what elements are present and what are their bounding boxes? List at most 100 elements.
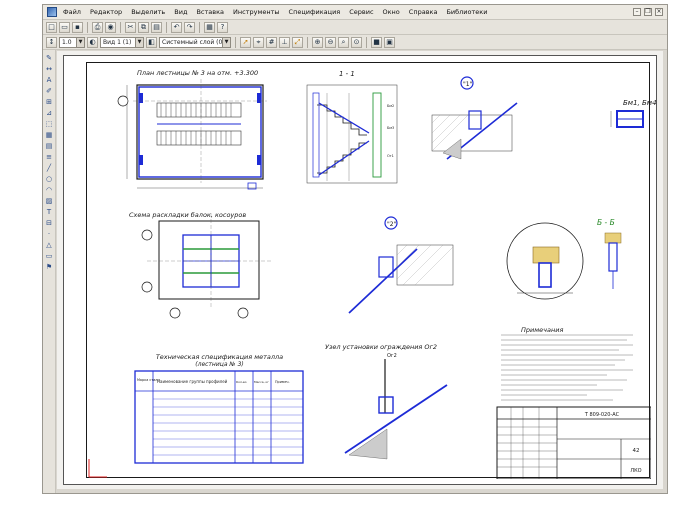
origin-axis-marker [88, 459, 107, 478]
undo-icon[interactable]: ↶ [171, 21, 182, 33]
menu-tools[interactable]: Инструменты [233, 8, 280, 16]
node-1-detail: "1" [431, 76, 518, 160]
menu-service[interactable]: Сервис [349, 8, 373, 16]
menu-editor[interactable]: Редактор [90, 8, 122, 16]
menu-specification[interactable]: Спецификация [289, 8, 341, 16]
stair-section-1-1: Бм2 Бм3 Ог1 [306, 84, 398, 184]
snap-icon[interactable]: ⌖ [253, 36, 264, 48]
window-controls: – ❐ × [633, 8, 663, 16]
og2-label: Ог2 [387, 353, 397, 359]
toolbar-separator [166, 21, 167, 33]
arc-icon[interactable]: ◠ [44, 185, 54, 195]
svg-text:Бм3: Бм3 [387, 126, 394, 130]
toolbar-separator [87, 21, 88, 33]
drawing-sheet[interactable]: План лестницы № 3 на отм. +3.300 1 - 1 С… [63, 55, 657, 485]
menu-view[interactable]: Вид [174, 8, 187, 16]
print-icon[interactable]: ⎙ [92, 21, 103, 33]
layer-value: Системный слой (0) [162, 38, 225, 46]
app-logo-icon [47, 7, 57, 17]
paste-icon[interactable]: ▤ [151, 21, 162, 33]
zoom-out-icon[interactable]: ⊖ [325, 36, 336, 48]
toolbar-separator [199, 21, 200, 33]
pointer-icon[interactable]: ➚ [240, 36, 251, 48]
layer-select[interactable]: Системный слой (0) ▼ [159, 36, 231, 48]
node-2-detail: "2" [348, 216, 454, 314]
help-icon[interactable]: ? [217, 21, 228, 33]
drawing-frame: План лестницы № 3 на отм. +3.300 1 - 1 С… [86, 62, 657, 479]
chevron-down-icon: ▼ [76, 37, 84, 47]
stamp-code: Т 809-020-АС [584, 412, 620, 418]
menu-select[interactable]: Выделить [131, 8, 165, 16]
parametrize-icon[interactable]: ⊞ [44, 97, 54, 107]
chevron-down-icon: ▼ [135, 37, 143, 47]
report-icon[interactable]: ≡ [44, 152, 54, 162]
beam-section-detail [610, 110, 644, 128]
table-icon[interactable]: ⊟ [44, 218, 54, 228]
cut-icon[interactable]: ✂ [125, 21, 136, 33]
section-bb-detail [506, 222, 622, 300]
zoom-all-icon[interactable]: ⊙ [351, 36, 362, 48]
ortho-icon[interactable]: ⊥ [279, 36, 290, 48]
menu-bar: Файл Редактор Выделить Вид Вставка Инстр… [43, 5, 667, 20]
menu-help[interactable]: Справка [409, 8, 438, 16]
scale-select[interactable]: 1.0 ▼ [59, 36, 85, 48]
frame-icon[interactable]: ▭ [44, 251, 54, 261]
stamp-sheet-number: 42 [633, 448, 640, 454]
drawing-canvas[interactable]: План лестницы № 3 на отм. +3.300 1 - 1 С… [57, 51, 663, 489]
edit-icon[interactable]: ✐ [44, 86, 54, 96]
marker-icon[interactable]: ⚑ [44, 262, 54, 272]
menu-window[interactable]: Окно [383, 8, 400, 16]
open-icon[interactable]: ▭ [59, 21, 70, 33]
stair-plan [117, 79, 267, 190]
restore-icon[interactable]: ❐ [644, 8, 652, 16]
zoom-in-icon[interactable]: ⊕ [312, 36, 323, 48]
svg-text:Бм2: Бм2 [387, 104, 394, 108]
ortho-mode-icon[interactable]: ⤢ [292, 36, 303, 48]
menu-file[interactable]: Файл [63, 8, 81, 16]
refresh-icon[interactable]: ■ [371, 36, 382, 48]
circle-icon[interactable]: ○ [44, 174, 54, 184]
svg-text:Ог1: Ог1 [387, 154, 394, 158]
redo-icon[interactable]: ↷ [184, 21, 195, 33]
library-icon[interactable]: ▦ [44, 130, 54, 140]
new-file-icon[interactable]: □ [46, 21, 57, 33]
toolbar-separator [366, 36, 367, 48]
view-icon: ◐ [87, 36, 98, 48]
hatch-icon[interactable]: ▨ [44, 196, 54, 206]
railing-node-detail: Ог2 [344, 353, 448, 460]
zoom-window-icon[interactable]: ⌕ [338, 36, 349, 48]
spec-col-mass: Масса, кг [254, 380, 269, 384]
minimize-icon[interactable]: – [633, 8, 641, 16]
beam-layout-scheme [141, 213, 271, 319]
drawing-graphics: Бм2 Бм3 Ог1 "1" "2" Марка стали Наименован… [88, 76, 651, 479]
line-icon[interactable]: ╱ [44, 163, 54, 173]
spec-col-note: Примеч. [275, 380, 290, 384]
notation-icon[interactable]: A [44, 75, 54, 85]
fullscreen-icon[interactable]: ▣ [384, 36, 395, 48]
view-select[interactable]: Вид 1 (1) ▼ [100, 36, 144, 48]
view-value: Вид 1 (1) [103, 38, 132, 46]
save-icon[interactable]: ▪ [72, 21, 83, 33]
text-icon[interactable]: T [44, 207, 54, 217]
triangle-icon[interactable]: △ [44, 240, 54, 250]
scale-icon: ↕ [46, 36, 57, 48]
spec-col-qty: Кол-во [236, 380, 247, 384]
metal-spec-table: Марка стали Наименование группы профилей… [134, 370, 304, 464]
menu-insert[interactable]: Вставка [196, 8, 224, 16]
preview-icon[interactable]: ◉ [105, 21, 116, 33]
close-icon[interactable]: × [655, 8, 663, 16]
title-block-stamp: Т 809-020-АС 42 ЛКО [496, 406, 651, 479]
select-icon[interactable]: ⬚ [44, 119, 54, 129]
spec-icon[interactable]: ▤ [44, 141, 54, 151]
measure-icon[interactable]: ⊿ [44, 108, 54, 118]
point-icon[interactable]: · [44, 229, 54, 239]
copy-icon[interactable]: ⧉ [138, 21, 149, 33]
notes-block [501, 334, 633, 401]
properties-icon[interactable]: ▦ [204, 21, 215, 33]
grid-icon[interactable]: # [266, 36, 277, 48]
geometry-icon[interactable]: ✎ [44, 53, 54, 63]
menu-libraries[interactable]: Библиотеки [446, 8, 487, 16]
node-1-label: "1" [463, 81, 473, 88]
layers-icon[interactable]: ◧ [146, 36, 157, 48]
dimensions-icon[interactable]: ↔ [44, 64, 54, 74]
